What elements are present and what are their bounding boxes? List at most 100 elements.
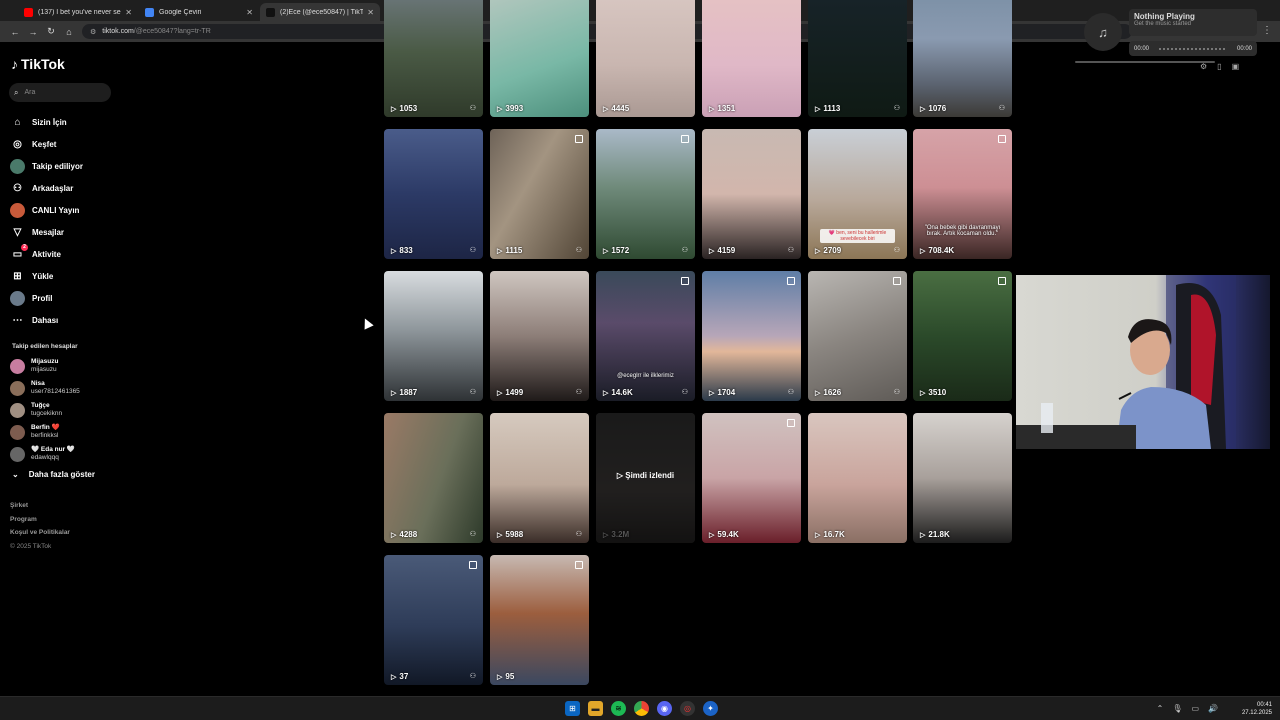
footer-link-terms[interactable]: Koşul ve Politikalar [10,529,70,543]
view-count-value: 3993 [505,104,524,113]
account-username: user7812461365 [31,388,80,395]
tiktok-logo[interactable]: ♪ TikTok [11,56,65,72]
file-explorer-icon[interactable]: ▬ [588,701,603,716]
video-tile[interactable]: ▷ Şimdi izlendi ▷ 3.2M [596,413,695,543]
video-tile[interactable]: ▷ 4445 [596,0,695,117]
nav-item[interactable]: ▭ 2 Aktivite [10,243,83,265]
chevron-down-icon: ⌄ [12,470,19,479]
view-count-value: 3510 [928,388,947,397]
show-more-button[interactable]: ⌄ Daha fazla göster [12,470,95,479]
forward-icon[interactable]: → [24,27,42,37]
video-tile[interactable]: ▷ 3993 [490,0,589,117]
video-tile[interactable]: ▷ 1572 ⚇ [596,129,695,259]
music-title: Nothing Playing [1134,12,1195,21]
following-account[interactable]: Nisa user7812461365 [10,377,80,399]
url-path: /@ece50847?lang=tr-TR [133,28,211,35]
back-icon[interactable]: ← [6,27,24,37]
video-tile[interactable]: ▷ 1351 [702,0,801,117]
video-tile[interactable]: ▷ 1053 ⚇ [384,0,483,117]
play-icon: ▷ [391,105,397,113]
browser-tab[interactable]: (2)Ece (@ece50847) | TikTok ✕ [260,3,380,21]
video-tile[interactable]: ▷ 3510 [913,271,1012,401]
search-icon: ⌕ [14,87,19,97]
network-icon[interactable]: ▭ [1191,704,1199,713]
video-tile[interactable]: "Ona bebek gibi davranmayı bırak. Artık … [913,129,1012,259]
site-info-icon[interactable]: ⚙ [90,28,96,36]
start-icon[interactable]: ⊞ [565,701,580,716]
music-widget: Nothing Playing Get the music started [1129,9,1257,36]
view-count: ▷ 3.2M [603,530,629,539]
nav-item[interactable]: ⚇ Arkadaşlar [10,177,83,199]
music-track-bar[interactable] [1159,47,1227,50]
nav-item[interactable]: ⌂ Sizin İçin [10,111,83,133]
view-count: ▷ 1115 [497,246,522,255]
video-tile[interactable]: ▷ 833 ⚇ [384,129,483,259]
video-tile[interactable]: ▷ 1887 ⚇ [384,271,483,401]
microphone-icon[interactable]: 🎙 [1172,704,1182,713]
reload-icon[interactable]: ↻ [42,26,60,37]
video-tile[interactable]: ▷ 37 ⚇ [384,555,483,685]
video-tile[interactable]: ▷ 16.7K [808,413,907,543]
nav-item[interactable]: Takip ediliyor [10,155,83,177]
video-tile[interactable]: ▷ 59.4K [702,413,801,543]
trash-icon[interactable]: ▯ [1217,62,1221,71]
video-tile[interactable]: ▷ 21.8K [913,413,1012,543]
browser-menu-icon[interactable]: ⋮ [1262,25,1272,36]
view-count: ▷ 21.8K [920,530,950,539]
steam-icon[interactable]: ✦ [703,701,718,716]
video-tile[interactable]: ▷ 5988 ⚇ [490,413,589,543]
search-input[interactable]: ⌕ Ara [9,83,111,102]
app-icon[interactable]: ▣ [1232,62,1240,71]
discord-icon[interactable]: ◉ [657,701,672,716]
chrome-icon[interactable] [634,701,649,716]
video-tile[interactable]: ▷ 1113 ⚇ [808,0,907,117]
video-tile[interactable]: ▷ 1626 ⚇ [808,271,907,401]
footer-link-company[interactable]: Şirket [10,502,70,516]
obs-icon[interactable]: ◎ [680,701,695,716]
nav-item[interactable]: ▽ Mesajlar [10,221,83,243]
video-tile[interactable]: ▷ 1115 ⚇ [490,129,589,259]
footer-link-program[interactable]: Program [10,516,70,530]
video-tile[interactable]: ▷ 4159 ⚇ [702,129,801,259]
view-count: ▷ 4159 [709,246,735,255]
video-tile[interactable]: ▷ 1076 ⚇ [913,0,1012,117]
following-account[interactable]: Berfin ❤️ berfinkksl [10,421,80,443]
settings-icon[interactable]: ⚙ [1200,62,1207,71]
nav-item[interactable]: Profil [10,287,83,309]
tray-chevron-icon[interactable]: ⌃ [1157,704,1164,713]
home-icon[interactable]: ⌂ [60,27,78,37]
tab-close-icon[interactable]: ✕ [125,8,132,17]
video-tile[interactable]: 💗 ben, seni bu hallerimle sevebilecek bi… [808,129,907,259]
nav-item[interactable]: ◎ Keşfet [10,133,83,155]
tab-close-icon[interactable]: ✕ [246,8,253,17]
nav-item[interactable]: CANLI Yayın [10,199,83,221]
music-progress[interactable]: 00:00 00:00 [1129,41,1257,56]
tab-close-icon[interactable]: ✕ [367,8,374,17]
volume-icon[interactable]: 🔊 [1208,704,1218,713]
following-account[interactable]: Mijasuzu mijasuzu [10,355,80,377]
video-tile[interactable]: ▷ 95 [490,555,589,685]
watched-label: ▷ Şimdi izlendi [616,471,675,480]
spotify-icon[interactable]: ≋ [611,701,626,716]
play-icon: ▷ [603,247,609,255]
multi-video-icon [469,561,477,569]
browser-tab[interactable]: Google Çeviri ✕ [139,3,259,21]
video-tile[interactable]: ▷ 4288 ⚇ [384,413,483,543]
play-icon: ▷ [920,105,926,113]
play-icon: ▷ [603,531,609,539]
video-tile[interactable]: @eceglrr ile ilklerimiz ▷ 14.6K ⚇ [596,271,695,401]
following-account[interactable]: 🤍 Eda nur 🤍 edawlqqq [10,443,80,465]
video-tile[interactable]: ▷ 1704 ⚇ [702,271,801,401]
browser-tab[interactable]: (137) I bet you've never seen sc ✕ [18,3,138,21]
music-volume-line[interactable] [1075,61,1215,63]
nav-item-label: Mesajlar [32,227,65,237]
following-account[interactable]: Tuğçe tugcekiknn [10,399,80,421]
nav-item[interactable]: ⊞ Yükle [10,265,83,287]
notification-badge: 2 [21,243,28,251]
music-note-icon[interactable]: ♫ [1084,13,1122,51]
nav-item[interactable]: ⋯ Dahası [10,309,83,331]
video-tile[interactable]: ▷ 1499 ⚇ [490,271,589,401]
taskbar-clock[interactable]: 00:41 27.12.2025 [1242,701,1272,717]
activity-icon: ▭ 2 [10,243,28,262]
tab-favicon-icon [145,7,154,17]
